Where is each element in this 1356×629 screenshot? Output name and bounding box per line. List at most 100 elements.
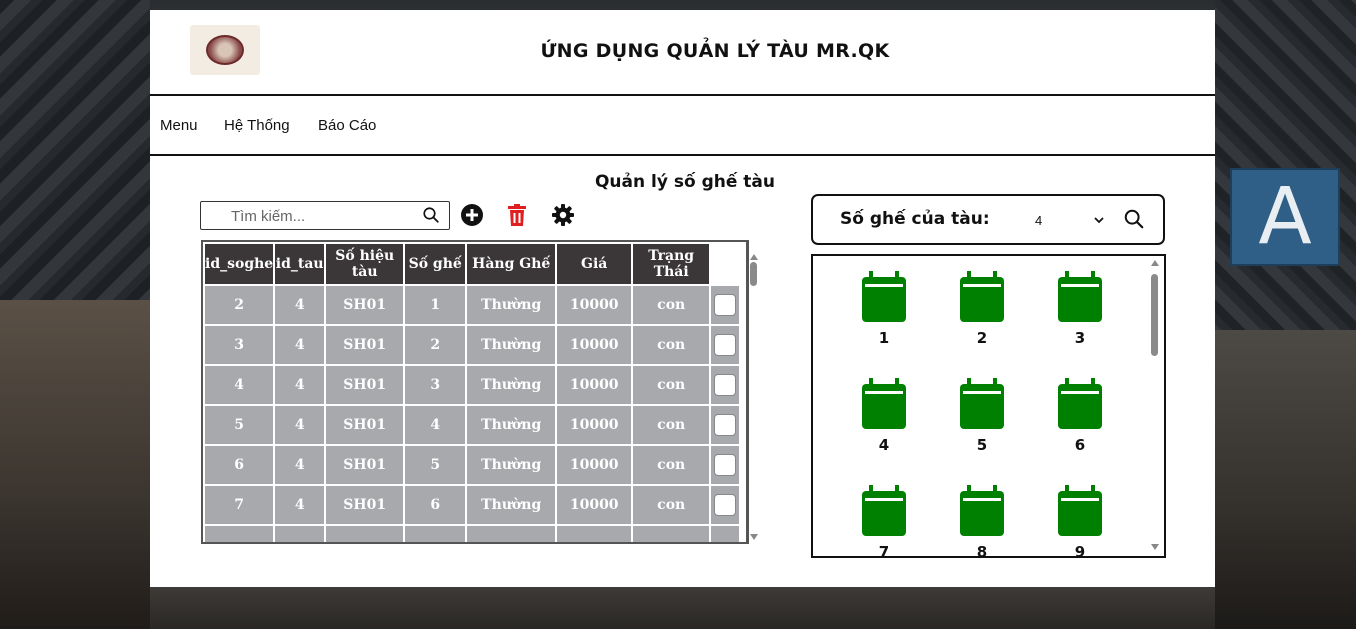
seat-item[interactable]: 2 <box>952 271 1012 347</box>
row-checkbox[interactable] <box>714 294 737 316</box>
seat-item[interactable]: 8 <box>952 485 1012 556</box>
chevron-down-icon[interactable] <box>1094 215 1104 225</box>
table-row[interactable]: 7 4 SH01 6 Thường 10000 con <box>205 486 740 524</box>
search-input[interactable] <box>229 205 423 227</box>
seat-icon <box>1058 271 1102 322</box>
scroll-down-arrow[interactable] <box>750 534 758 540</box>
scroll-up-arrow[interactable] <box>1151 260 1159 266</box>
cell-select <box>711 366 740 404</box>
cell-so-ghe: 6 <box>405 486 466 524</box>
seat-number: 9 <box>1074 543 1086 558</box>
cell-so-ghe: 1 <box>405 286 466 324</box>
col-header-so-ghe[interactable]: Số ghế <box>405 244 466 284</box>
seat-number: 2 <box>976 329 988 347</box>
cell-so-hieu-tau: SH01 <box>326 366 404 404</box>
cell-so-hieu-tau: SH01 <box>326 406 404 444</box>
col-header-hang-ghe[interactable]: Hàng Ghế <box>467 244 556 284</box>
table-row[interactable]: 4 4 SH01 3 Thường 10000 con <box>205 366 740 404</box>
cell-so-ghe: 2 <box>405 326 466 364</box>
seat-item[interactable]: 9 <box>1050 485 1110 558</box>
search-icon[interactable] <box>422 206 440 224</box>
table-row[interactable]: 5 4 SH01 4 Thường 10000 con <box>205 406 740 444</box>
cell-id-soghe: 5 <box>205 406 274 444</box>
cell-id-soghe: 3 <box>205 326 274 364</box>
table-scrollbar[interactable] <box>748 252 760 542</box>
scroll-down-arrow[interactable] <box>1151 544 1159 550</box>
cell-trang-thai: con <box>633 326 710 364</box>
search-icon[interactable] <box>1123 208 1145 230</box>
cell-hang-ghe: Thường <box>467 406 556 444</box>
cell-id-tau: 4 <box>275 366 325 404</box>
cell-id-tau <box>275 526 325 542</box>
seat-number: 6 <box>1074 436 1086 454</box>
seat-item[interactable]: 4 <box>854 378 914 454</box>
seat-icon <box>862 271 906 322</box>
seat-icon <box>1058 378 1102 429</box>
background-left <box>0 0 150 629</box>
seat-item[interactable]: 1 <box>854 271 914 347</box>
seat-item[interactable]: 7 <box>854 485 914 556</box>
cell-so-ghe <box>405 526 466 542</box>
col-header-gia[interactable]: Giá <box>557 244 632 284</box>
cell-gia: 10000 <box>557 486 632 524</box>
train-select[interactable]: 4 <box>1035 213 1042 228</box>
cell-select <box>711 326 740 364</box>
trash-icon[interactable] <box>505 203 529 227</box>
seat-item[interactable]: 6 <box>1050 378 1110 454</box>
seat-item[interactable]: 5 <box>952 378 1012 454</box>
row-checkbox[interactable] <box>714 454 737 476</box>
table-row[interactable]: 2 4 SH01 1 Thường 10000 con <box>205 286 740 324</box>
cell-trang-thai: con <box>633 486 710 524</box>
table-row[interactable] <box>205 526 740 542</box>
cell-so-ghe: 5 <box>405 446 466 484</box>
cell-id-tau: 4 <box>275 286 325 324</box>
nav-item-bao-cao[interactable]: Báo Cáo <box>318 117 376 134</box>
cell-hang-ghe <box>467 526 556 542</box>
row-checkbox[interactable] <box>714 334 737 356</box>
seat-icon <box>960 271 1004 322</box>
cell-trang-thai <box>633 526 710 542</box>
seat-number: 1 <box>878 329 890 347</box>
seat-number: 3 <box>1074 329 1086 347</box>
seat-scroll-thumb[interactable] <box>1151 274 1158 356</box>
table-row[interactable]: 6 4 SH01 5 Thường 10000 con <box>205 446 740 484</box>
seat-scrollbar[interactable] <box>1149 258 1161 552</box>
cell-trang-thai: con <box>633 286 710 324</box>
gear-icon[interactable] <box>551 203 575 227</box>
row-checkbox[interactable] <box>714 494 737 516</box>
scroll-up-arrow[interactable] <box>750 254 758 260</box>
col-header-trang-thai[interactable]: Trạng Thái <box>633 244 710 284</box>
cell-gia: 10000 <box>557 366 632 404</box>
cell-select <box>711 406 740 444</box>
table-scroll-thumb[interactable] <box>750 262 757 286</box>
plus-circle-icon[interactable] <box>460 203 484 227</box>
col-header-id-tau[interactable]: id_tau <box>275 244 325 284</box>
row-checkbox[interactable] <box>714 414 737 436</box>
nav-item-menu[interactable]: Menu <box>160 117 198 134</box>
nav-item-he-thong[interactable]: Hệ Thống <box>224 117 290 134</box>
table-header-row: id_soghe id_tau Số hiệu tàu Số ghế Hàng … <box>205 244 740 284</box>
col-header-id-soghe[interactable]: id_soghe <box>205 244 274 284</box>
col-header-so-hieu-tau[interactable]: Số hiệu tàu <box>326 244 404 284</box>
seat-number: 4 <box>878 436 890 454</box>
app-window: ỨNG DỤNG QUẢN LÝ TÀU MR.QK Menu Hệ Thống… <box>150 10 1215 587</box>
table-row[interactable]: 3 4 SH01 2 Thường 10000 con <box>205 326 740 364</box>
seat-item[interactable]: 3 <box>1050 271 1110 347</box>
cell-gia: 10000 <box>557 406 632 444</box>
cell-id-soghe <box>205 526 274 542</box>
seat-icon <box>862 485 906 536</box>
background-bottom <box>150 587 1215 629</box>
seat-icon <box>1058 485 1102 536</box>
cell-hang-ghe: Thường <box>467 486 556 524</box>
cell-so-hieu-tau: SH01 <box>326 286 404 324</box>
cell-hang-ghe: Thường <box>467 366 556 404</box>
cell-hang-ghe: Thường <box>467 326 556 364</box>
col-header-select <box>711 244 740 284</box>
row-checkbox[interactable] <box>714 374 737 396</box>
cell-trang-thai: con <box>633 446 710 484</box>
cell-so-hieu-tau <box>326 526 404 542</box>
navbar: Menu Hệ Thống Báo Cáo <box>150 96 1215 156</box>
platform-sign: A <box>1230 168 1340 266</box>
cell-so-ghe: 4 <box>405 406 466 444</box>
cell-id-tau: 4 <box>275 446 325 484</box>
